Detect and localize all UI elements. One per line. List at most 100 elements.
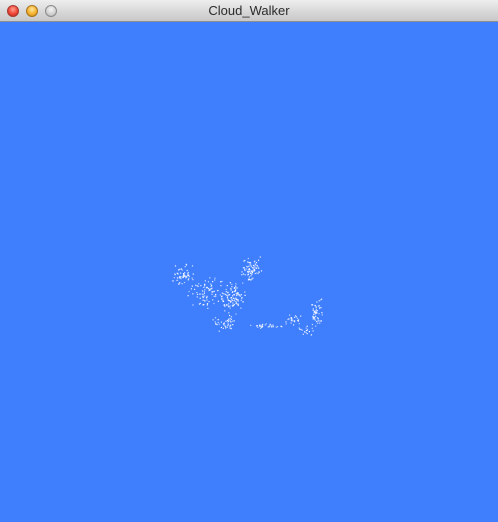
cloud-point [256, 272, 258, 274]
cloud-point [235, 301, 237, 303]
cloud-point [312, 309, 314, 311]
cloud-point [315, 315, 317, 317]
cloud-point [250, 275, 252, 277]
cloud-point [247, 261, 249, 263]
cloud-point [204, 280, 206, 282]
cloud-point [205, 297, 208, 299]
cloud-point [240, 294, 242, 296]
cloud-point [233, 294, 235, 296]
cloud-point [212, 281, 214, 283]
cloud-point [298, 319, 300, 321]
cloud-point [295, 316, 297, 318]
cloud-point [315, 325, 317, 327]
cloud-point [259, 325, 261, 327]
cloud-point [253, 265, 255, 267]
cloud-point [308, 331, 310, 333]
cloud-point [225, 320, 227, 322]
cloud-point [257, 266, 259, 268]
cloud-point [310, 334, 313, 336]
cloud-point [237, 304, 239, 306]
cloud-point [180, 272, 182, 274]
cloud-point [192, 273, 194, 275]
cloud-point [241, 274, 243, 276]
cloud-point [299, 328, 301, 330]
cloud-point [209, 289, 211, 291]
cloud-point [227, 325, 229, 327]
cloud-point [176, 272, 178, 274]
cloud-point [247, 273, 249, 275]
cloud-point [186, 269, 188, 272]
cloud-point [204, 300, 206, 302]
cloud-point [187, 273, 189, 275]
cloud-point [206, 295, 208, 297]
cloud-point [225, 293, 227, 296]
cloud-point [248, 261, 250, 264]
cloud-point [243, 267, 245, 269]
cloud-point [199, 302, 201, 304]
cloud-point [318, 313, 320, 315]
cloud-point [251, 273, 253, 275]
cloud-point [229, 317, 231, 320]
cloud-point [257, 273, 259, 275]
cloud-point [220, 321, 222, 323]
cloud-point [317, 318, 319, 320]
drawing-canvas[interactable] [0, 22, 498, 522]
cloud-point [228, 318, 230, 320]
cloud-point [207, 307, 209, 309]
cloud-point [237, 300, 239, 302]
cloud-point [217, 321, 219, 324]
cloud-point [229, 327, 231, 329]
cloud-point [201, 290, 204, 292]
cloud-point [317, 322, 319, 324]
cloud-point [179, 276, 181, 279]
cloud-point [221, 295, 223, 297]
cloud-point [285, 321, 287, 323]
cloud-point [247, 271, 249, 273]
cloud-point [176, 279, 178, 281]
cloud-point [228, 312, 230, 314]
cloud-point [251, 270, 253, 272]
cloud-point [188, 290, 190, 293]
cloud-point [211, 287, 213, 289]
cloud-point [249, 279, 251, 281]
cloud-point [213, 295, 215, 297]
cloud-point [298, 327, 300, 329]
cloud-point [214, 317, 217, 319]
cloud-point [200, 285, 202, 287]
cloud-point [235, 285, 237, 287]
cloud-point [192, 279, 194, 281]
cloud-point [231, 286, 233, 288]
cloud-point [316, 320, 318, 323]
cloud-point [262, 323, 264, 325]
cloud-point [229, 314, 231, 317]
cloud-point [208, 301, 210, 303]
cloud-point [174, 265, 177, 267]
cloud-point [202, 304, 204, 306]
cloud-point [227, 291, 229, 293]
cloud-point [187, 274, 189, 277]
cloud-point [235, 283, 237, 285]
cloud-point [213, 290, 215, 292]
cloud-point [230, 316, 233, 318]
cloud-point [313, 313, 315, 315]
cloud-point [220, 281, 222, 283]
cloud-point [191, 277, 193, 279]
cloud-point [244, 294, 246, 296]
cloud-point [306, 325, 308, 327]
cloud-point [215, 323, 217, 325]
cloud-point [290, 317, 292, 319]
cloud-point [235, 313, 237, 315]
cloud-point [196, 292, 198, 294]
title-bar[interactable]: Cloud_Walker [0, 0, 498, 22]
cloud-point [305, 327, 307, 329]
cloud-point [183, 273, 185, 275]
cloud-point [225, 327, 227, 329]
cloud-point [320, 307, 322, 309]
cloud-point [223, 293, 225, 295]
cloud-point [227, 304, 229, 306]
cloud-point [280, 325, 282, 327]
cloud-point [269, 323, 271, 325]
cloud-point [190, 288, 192, 290]
cloud-point [213, 302, 215, 305]
cloud-point [235, 287, 237, 289]
